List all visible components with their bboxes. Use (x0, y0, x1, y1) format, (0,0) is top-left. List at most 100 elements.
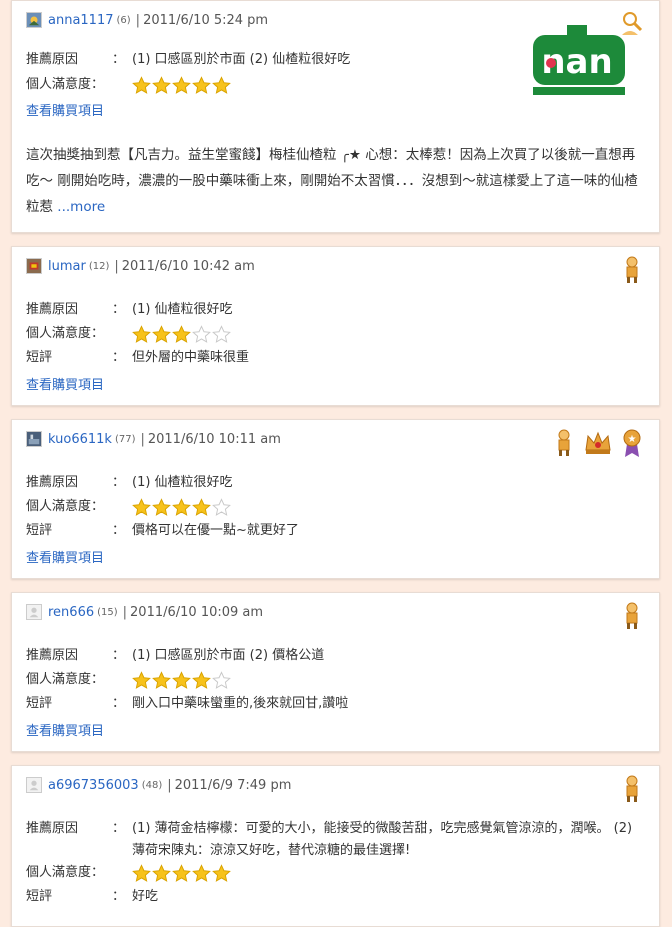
colon: ： (112, 350, 126, 365)
star-empty-icon (212, 325, 231, 343)
star-rating (132, 862, 231, 883)
reason-label: 推薦原因 (26, 475, 79, 490)
satisfaction-row: 個人滿意度： (26, 862, 231, 884)
star-rating (132, 496, 231, 517)
member-icon[interactable] (619, 774, 645, 804)
comment-label: 短評 (26, 350, 53, 365)
satisfaction-label: 個人滿意度： (26, 499, 105, 514)
view-purchase-link[interactable]: 查看購買項目 (26, 547, 104, 566)
member-icon[interactable] (619, 255, 645, 285)
view-purchase-link[interactable]: 查看購買項目 (26, 374, 104, 393)
comment-row: 短評 ： 剛入口中藥味蠻重的,後來就回甘,讚啦 (26, 693, 348, 715)
star-filled-icon (172, 76, 191, 94)
review-header: ren666 (15) | 2011/6/10 10:09 am (26, 603, 263, 621)
username-link[interactable]: a6967356003 (48, 778, 139, 793)
review-card: a6967356003 (48) | 2011/6/9 7:49 pm 推薦原因… (11, 765, 660, 927)
star-filled-icon (152, 671, 171, 689)
colon: ： (112, 523, 126, 538)
separator: | (122, 604, 128, 620)
star-filled-icon (192, 76, 211, 94)
avatar[interactable] (26, 777, 42, 793)
separator: | (114, 258, 119, 274)
crown-icon[interactable] (583, 428, 613, 458)
satisfaction-row: 個人滿意度： (26, 323, 231, 345)
separator: | (167, 777, 172, 793)
comment-label: 短評 (26, 523, 53, 538)
user-score: (48) (141, 779, 163, 791)
review-card: lumar (12) | 2011/6/10 10:42 am 推薦原因 ： (… (11, 246, 660, 406)
avatar[interactable] (26, 431, 42, 447)
badge-group (619, 255, 645, 285)
review-date: 2011/6/10 5:24 pm (143, 12, 269, 28)
review-card: anna1117 (6) | 2011/6/10 5:24 pm nan 推薦原… (11, 0, 660, 233)
reason-label: 推薦原因 (26, 52, 79, 67)
username-link[interactable]: ren666 (48, 605, 94, 620)
review-date: 2011/6/10 10:42 am (121, 258, 255, 274)
colon: ： (112, 475, 126, 490)
avatar[interactable] (26, 258, 42, 274)
reason-row: 推薦原因 ： (1) 仙楂粒很好吃 (26, 472, 233, 494)
badge-group (619, 774, 645, 804)
star-filled-icon (192, 864, 211, 882)
badge-group (619, 601, 645, 631)
star-filled-icon (132, 325, 151, 343)
star-filled-icon (172, 864, 191, 882)
star-filled-icon (172, 671, 191, 689)
separator: | (140, 431, 145, 447)
star-rating (132, 669, 231, 690)
svg-text:★: ★ (628, 434, 637, 445)
star-filled-icon (132, 76, 151, 94)
story-text: 這次抽獎抽到惹【凡吉力。益生堂蜜餞】梅桂仙楂粒 ╭★ 心想：太棒惹！因為上次買了… (26, 147, 638, 215)
user-score: (15) (97, 606, 118, 618)
view-purchase-link[interactable]: 查看購買項目 (26, 720, 104, 739)
badge-group: ★ (551, 428, 645, 458)
reason-value: (1) 口感區別於市面 (2) 仙楂粒很好吃 (132, 52, 351, 67)
user-score: (6) (116, 14, 131, 26)
comment-row: 短評 ： 但外層的中藥味很重 (26, 347, 249, 369)
star-filled-icon (172, 325, 191, 343)
avatar[interactable] (26, 12, 42, 28)
comment-row: 短評 ： 價格可以在優一點~就更好了 (26, 520, 299, 542)
review-header: lumar (12) | 2011/6/10 10:42 am (26, 257, 255, 275)
star-rating (132, 74, 231, 95)
star-filled-icon (212, 864, 231, 882)
reason-value: (1) 仙楂粒很好吃 (132, 475, 233, 490)
medal-icon[interactable]: ★ (619, 428, 645, 458)
satisfaction-label: 個人滿意度： (26, 672, 105, 687)
star-filled-icon (192, 498, 211, 516)
star-rating (132, 323, 231, 344)
member-icon[interactable] (551, 428, 577, 458)
satisfaction-label: 個人滿意度： (26, 326, 105, 341)
colon: ： (112, 302, 126, 317)
comment-value: 但外層的中藥味很重 (132, 350, 250, 365)
star-filled-icon (152, 76, 171, 94)
star-filled-icon (152, 864, 171, 882)
star-filled-icon (132, 498, 151, 516)
comment-value: 價格可以在優一點~就更好了 (132, 523, 299, 538)
star-empty-icon (192, 325, 211, 343)
comment-value: 剛入口中藥味蠻重的,後來就回甘,讚啦 (132, 696, 349, 711)
colon: ： (112, 696, 126, 711)
star-filled-icon (152, 325, 171, 343)
username-link[interactable]: lumar (48, 259, 86, 274)
star-filled-icon (212, 76, 231, 94)
review-date: 2011/6/9 7:49 pm (174, 777, 292, 793)
reason-label: 推薦原因 (26, 302, 79, 317)
review-card: kuo6611k (77) | 2011/6/10 10:11 am ★ 推薦原… (11, 419, 660, 579)
review-header: kuo6611k (77) | 2011/6/10 10:11 am (26, 430, 281, 448)
star-filled-icon (132, 864, 151, 882)
more-link[interactable]: ...more (57, 199, 105, 215)
username-link[interactable]: kuo6611k (48, 432, 112, 447)
view-purchase-link[interactable]: 查看購買項目 (26, 100, 104, 119)
member-icon[interactable] (619, 601, 645, 631)
username-link[interactable]: anna1117 (48, 13, 114, 28)
user-score: (77) (114, 433, 136, 445)
colon: ： (112, 821, 126, 836)
avatar[interactable] (26, 604, 42, 620)
star-filled-icon (132, 671, 151, 689)
separator: | (135, 12, 141, 28)
review-header: anna1117 (6) | 2011/6/10 5:24 pm (26, 11, 268, 29)
comment-label: 短評 (26, 696, 53, 711)
star-filled-icon (152, 498, 171, 516)
review-page: anna1117 (6) | 2011/6/10 5:24 pm nan 推薦原… (0, 0, 672, 927)
